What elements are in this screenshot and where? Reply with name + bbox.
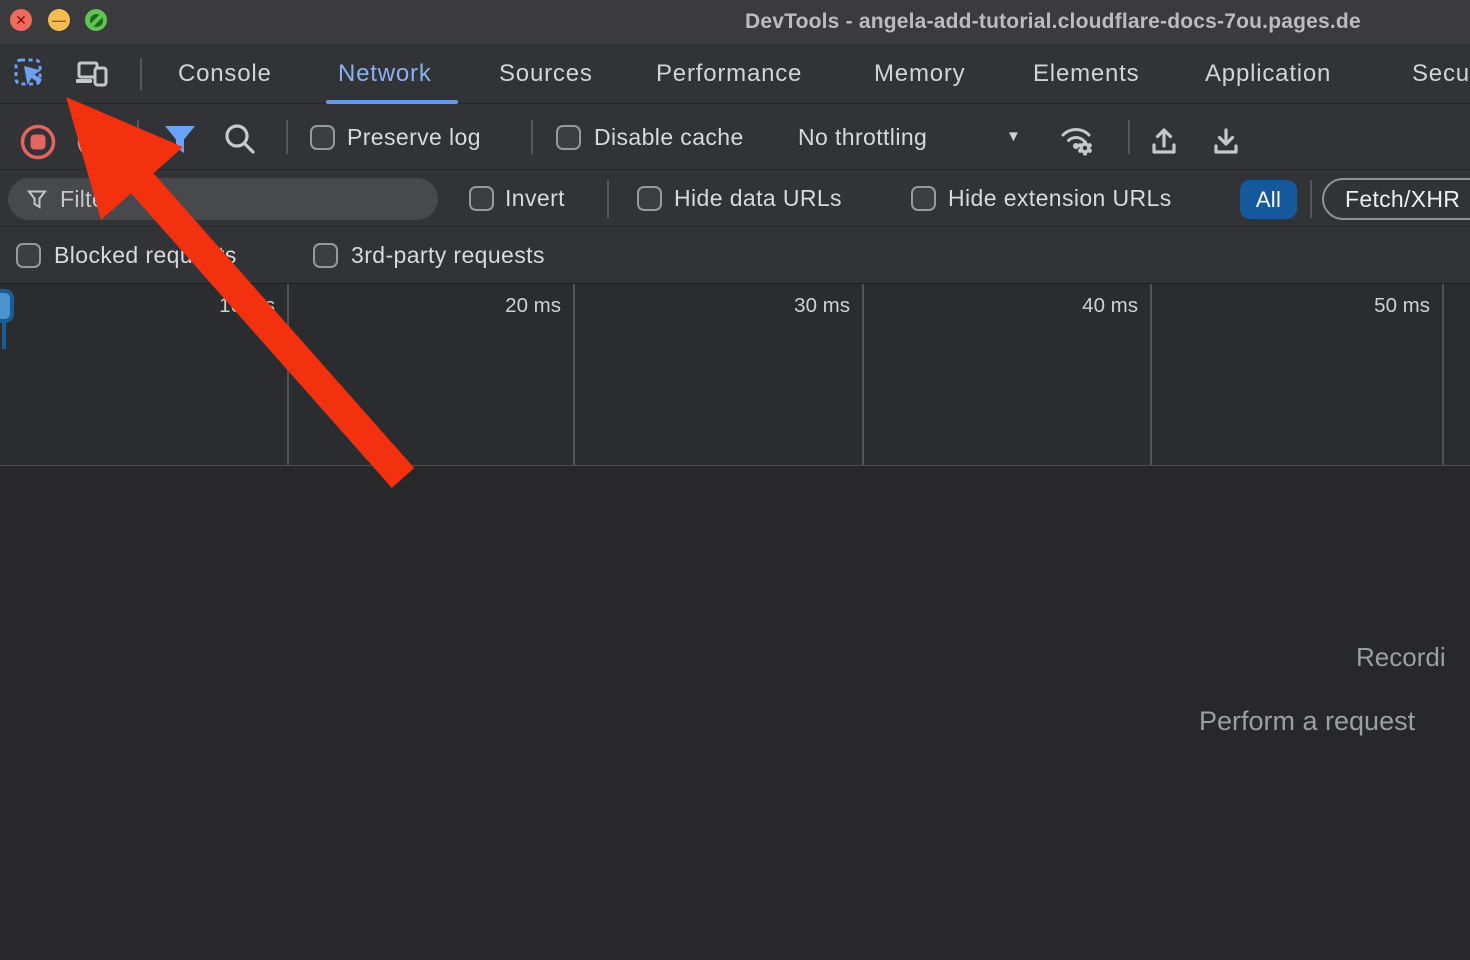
timeline-marker: [0, 289, 14, 323]
inspect-element-button[interactable]: [8, 52, 52, 96]
timeline-gridline: [287, 284, 289, 465]
network-filter-bar: Invert Hide data URLs Hide extension URL…: [0, 170, 1470, 227]
filterbar-divider: [1310, 180, 1312, 218]
clear-icon: [76, 124, 112, 160]
timeline-gridline: [1442, 284, 1444, 465]
timeline-tick-10ms: 10 ms: [175, 294, 275, 318]
toolbar-divider: [531, 120, 533, 154]
download-icon: [1207, 122, 1245, 160]
hide-extension-urls-checkbox[interactable]: [911, 186, 936, 211]
tab-performance[interactable]: Performance: [656, 44, 802, 104]
tab-elements[interactable]: Elements: [1033, 44, 1139, 104]
request-filter-row: Blocked requests 3rd-party requests: [0, 227, 1470, 283]
throttling-caret-icon[interactable]: ▼: [1006, 104, 1021, 170]
filter-funnel-icon: [161, 122, 199, 158]
hide-data-urls-label: Hide data URLs: [674, 170, 842, 227]
export-har-button[interactable]: [1204, 119, 1248, 163]
request-type-all-chip[interactable]: All: [1240, 180, 1297, 219]
preserve-log-label: Preserve log: [347, 104, 481, 170]
third-party-requests-label: 3rd-party requests: [351, 227, 545, 283]
filter-field[interactable]: [8, 178, 438, 220]
hide-extension-urls-label: Hide extension URLs: [948, 170, 1172, 227]
device-toolbar-icon: [74, 57, 110, 91]
hide-data-urls-checkbox[interactable]: [637, 186, 662, 211]
import-har-button[interactable]: [1142, 119, 1186, 163]
record-network-log-button[interactable]: [16, 120, 60, 164]
zoom-window-button[interactable]: [85, 9, 107, 31]
close-icon: ✕: [15, 13, 27, 27]
filterbar-divider: [607, 180, 609, 218]
upload-icon: [1145, 122, 1183, 160]
timeline-gridline: [573, 284, 575, 465]
filter-toggle-button[interactable]: [158, 118, 202, 162]
devtools-window: ✕ — DevTools - angela-add-tutorial.cloud…: [0, 0, 1470, 960]
tab-memory[interactable]: Memory: [874, 44, 965, 104]
disable-cache-checkbox[interactable]: [556, 125, 581, 150]
close-window-button[interactable]: ✕: [10, 9, 32, 31]
tab-application[interactable]: Application: [1205, 44, 1331, 104]
request-table-empty-area: Recordi Perform a request: [0, 466, 1470, 960]
network-overview-timeline[interactable]: 10 ms 20 ms 30 ms 40 ms 50 ms: [0, 283, 1470, 466]
tab-sources[interactable]: Sources: [499, 44, 593, 104]
inspect-cursor-icon: [13, 57, 47, 91]
timeline-gridline: [862, 284, 864, 465]
network-conditions-button[interactable]: [1054, 117, 1098, 161]
record-icon: [20, 124, 56, 160]
network-toolbar: Preserve log Disable cache No throttling…: [0, 104, 1470, 170]
devtools-tab-bar: Console Network Sources Performance Memo…: [0, 44, 1470, 104]
request-type-fetch-xhr-chip[interactable]: Fetch/XHR: [1322, 178, 1470, 220]
clear-network-log-button[interactable]: [72, 120, 116, 164]
toolbar-divider: [286, 120, 288, 154]
window-title: DevTools - angela-add-tutorial.cloudflar…: [745, 0, 1361, 44]
filter-small-funnel-icon: [26, 188, 48, 210]
invert-checkbox[interactable]: [469, 186, 494, 211]
search-icon: [221, 121, 259, 159]
timeline-gridline: [1150, 284, 1152, 465]
timeline-tick-40ms: 40 ms: [1038, 294, 1138, 318]
recording-status-text: Recordi: [1356, 642, 1446, 673]
tab-security[interactable]: Secu: [1412, 44, 1470, 104]
toolbar-divider: [137, 120, 139, 154]
tab-network[interactable]: Network: [338, 44, 432, 104]
wifi-gear-icon: [1056, 119, 1096, 159]
title-bar: ✕ — DevTools - angela-add-tutorial.cloud…: [0, 0, 1470, 44]
toggle-device-toolbar-button[interactable]: [70, 52, 114, 96]
timeline-tick-30ms: 30 ms: [750, 294, 850, 318]
filter-input[interactable]: [60, 186, 390, 213]
timeline-tick-20ms: 20 ms: [461, 294, 561, 318]
blocked-requests-label: Blocked requests: [54, 227, 237, 283]
third-party-requests-checkbox[interactable]: [313, 243, 338, 268]
timeline-tick-50ms: 50 ms: [1330, 294, 1430, 318]
toolbar-divider: [140, 58, 142, 90]
blocked-requests-checkbox[interactable]: [16, 243, 41, 268]
toolbar-divider: [1128, 120, 1130, 154]
search-button[interactable]: [218, 118, 262, 162]
minimize-icon: —: [52, 13, 66, 27]
disable-cache-label: Disable cache: [594, 104, 744, 170]
tab-console[interactable]: Console: [178, 44, 272, 104]
throttling-select-value[interactable]: No throttling: [798, 104, 927, 170]
minimize-window-button[interactable]: —: [48, 9, 70, 31]
perform-request-hint-text: Perform a request: [1199, 706, 1415, 737]
timeline-marker-stem: [2, 323, 6, 349]
zoom-icon: [90, 14, 103, 27]
preserve-log-checkbox[interactable]: [310, 125, 335, 150]
invert-label: Invert: [505, 170, 565, 227]
